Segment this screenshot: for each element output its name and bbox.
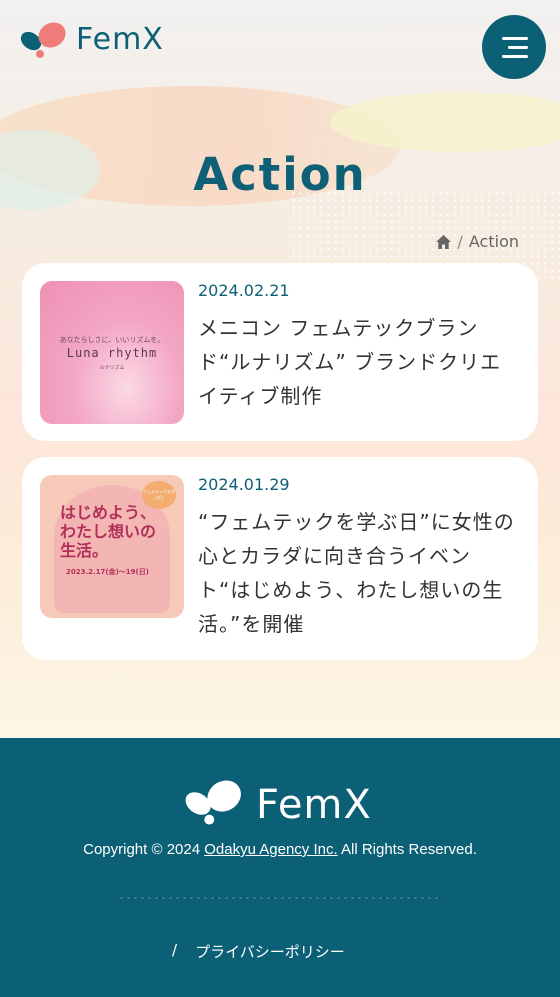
site-footer: FemX Copyright © 2024 Odakyu Agency Inc.… bbox=[0, 738, 560, 997]
site-logo[interactable]: FemX bbox=[18, 18, 164, 60]
footer-divider bbox=[118, 896, 440, 900]
site-header: FemX bbox=[0, 0, 560, 90]
hamburger-icon-line bbox=[508, 45, 528, 49]
article-date: 2024.01.29 bbox=[198, 475, 290, 494]
breadcrumb-separator: / bbox=[457, 232, 463, 251]
logo-text: FemX bbox=[76, 21, 164, 57]
thumbnail-brand: Luna rhythm bbox=[66, 346, 158, 360]
thumbnail-event-title: はじめよう、わたし想いの生活。 bbox=[60, 503, 157, 560]
thumbnail-brand-kana: ルナリズム bbox=[99, 365, 125, 371]
thumbnail-badge: フェムテックを学ぶ日 bbox=[142, 481, 176, 509]
footer-logo[interactable]: FemX bbox=[182, 774, 372, 828]
footer-links: / プライバシーポリシー bbox=[172, 941, 345, 962]
hamburger-icon-line bbox=[502, 36, 528, 40]
femx-logo-icon bbox=[185, 780, 241, 825]
article-title[interactable]: “フェムテックを学ぶ日”に女性の心とカラダに向き合うイベント“はじめよう、わたし… bbox=[198, 505, 522, 641]
menu-button[interactable] bbox=[482, 15, 546, 79]
article-card[interactable]: あなたらしさに、いいリズムを。 Luna rhythm ルナリズム 2024.0… bbox=[22, 263, 538, 441]
article-thumbnail[interactable]: はじめよう、わたし想いの生活。 2023.2.17(金)〜19(日) フェムテッ… bbox=[40, 475, 184, 618]
article-title[interactable]: メニコン フェムテックブランド“ルナリズム” ブランドクリエイティブ制作 bbox=[198, 311, 522, 413]
home-icon[interactable] bbox=[435, 234, 452, 250]
breadcrumb-current: Action bbox=[468, 232, 519, 251]
breadcrumb: / Action bbox=[435, 232, 519, 251]
company-link[interactable]: Odakyu Agency Inc. bbox=[204, 841, 337, 858]
article-card[interactable]: はじめよう、わたし想いの生活。 2023.2.17(金)〜19(日) フェムテッ… bbox=[22, 457, 538, 660]
copyright-suffix: All Rights Reserved. bbox=[337, 841, 477, 858]
article-thumbnail[interactable]: あなたらしさに、いいリズムを。 Luna rhythm ルナリズム bbox=[40, 281, 184, 424]
thumbnail-event-date: 2023.2.17(金)〜19(日) bbox=[66, 568, 149, 576]
copyright: Copyright © 2024 Odakyu Agency Inc. All … bbox=[0, 841, 560, 858]
thumbnail-tagline: あなたらしさに、いいリズムを。 bbox=[59, 336, 165, 344]
femx-logo-icon bbox=[20, 22, 66, 58]
hamburger-icon-line bbox=[502, 54, 528, 58]
copyright-prefix: Copyright © 2024 bbox=[83, 841, 205, 858]
privacy-policy-link[interactable]: プライバシーポリシー bbox=[195, 941, 345, 962]
page-title: Action bbox=[193, 148, 367, 201]
footer-link-separator: / bbox=[172, 941, 178, 959]
footer-logo-text: FemX bbox=[256, 782, 372, 828]
article-date: 2024.02.21 bbox=[198, 281, 290, 300]
